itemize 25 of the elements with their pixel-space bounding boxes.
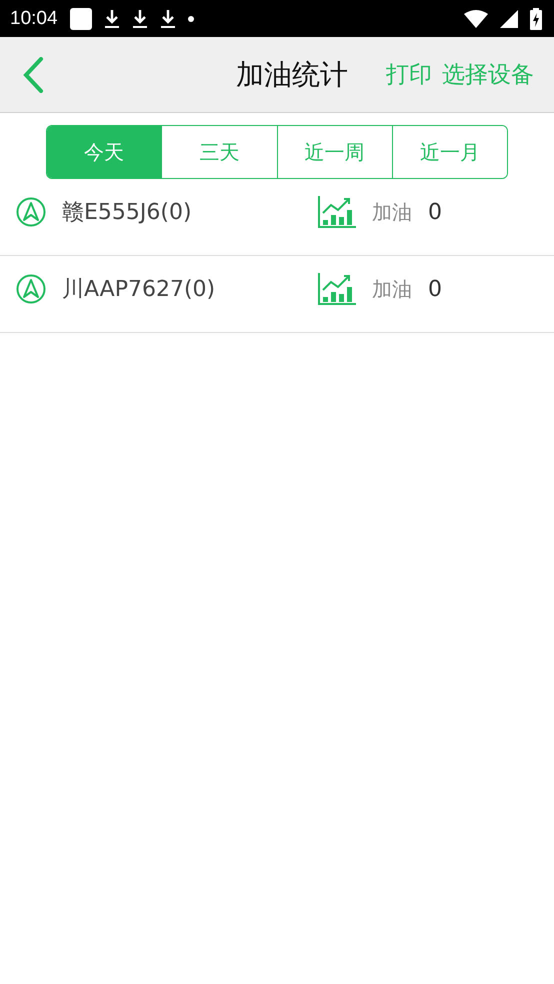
vehicle-name[interactable]: 赣E555J6(0)	[62, 197, 318, 227]
back-button[interactable]	[22, 56, 44, 92]
chart-icon[interactable]	[318, 273, 356, 305]
dot-icon	[188, 16, 194, 22]
period-tab[interactable]: 近一月	[392, 126, 507, 178]
select-device-button[interactable]: 选择设备	[432, 59, 534, 90]
print-button[interactable]: 打印	[376, 59, 432, 90]
notification-icon	[70, 8, 92, 30]
navigation-icon	[16, 197, 46, 227]
period-tab[interactable]: 今天	[47, 126, 162, 178]
wifi-icon	[464, 10, 488, 28]
signal-icon	[500, 10, 518, 28]
download-icon	[132, 8, 148, 28]
page-title: 加油统计	[236, 56, 348, 92]
vehicle-name[interactable]: 川AAP7627(0)	[62, 274, 318, 304]
chart-icon[interactable]	[318, 196, 356, 228]
battery-icon	[530, 8, 542, 30]
navigation-icon	[16, 274, 46, 304]
download-icon	[104, 8, 120, 28]
download-icon	[160, 8, 176, 28]
fuel-label: 加油	[372, 198, 412, 226]
fuel-value: 0	[428, 200, 442, 224]
fuel-label: 加油	[372, 276, 412, 302]
fuel-value: 0	[428, 276, 442, 302]
status-time: 10:04	[10, 8, 58, 30]
